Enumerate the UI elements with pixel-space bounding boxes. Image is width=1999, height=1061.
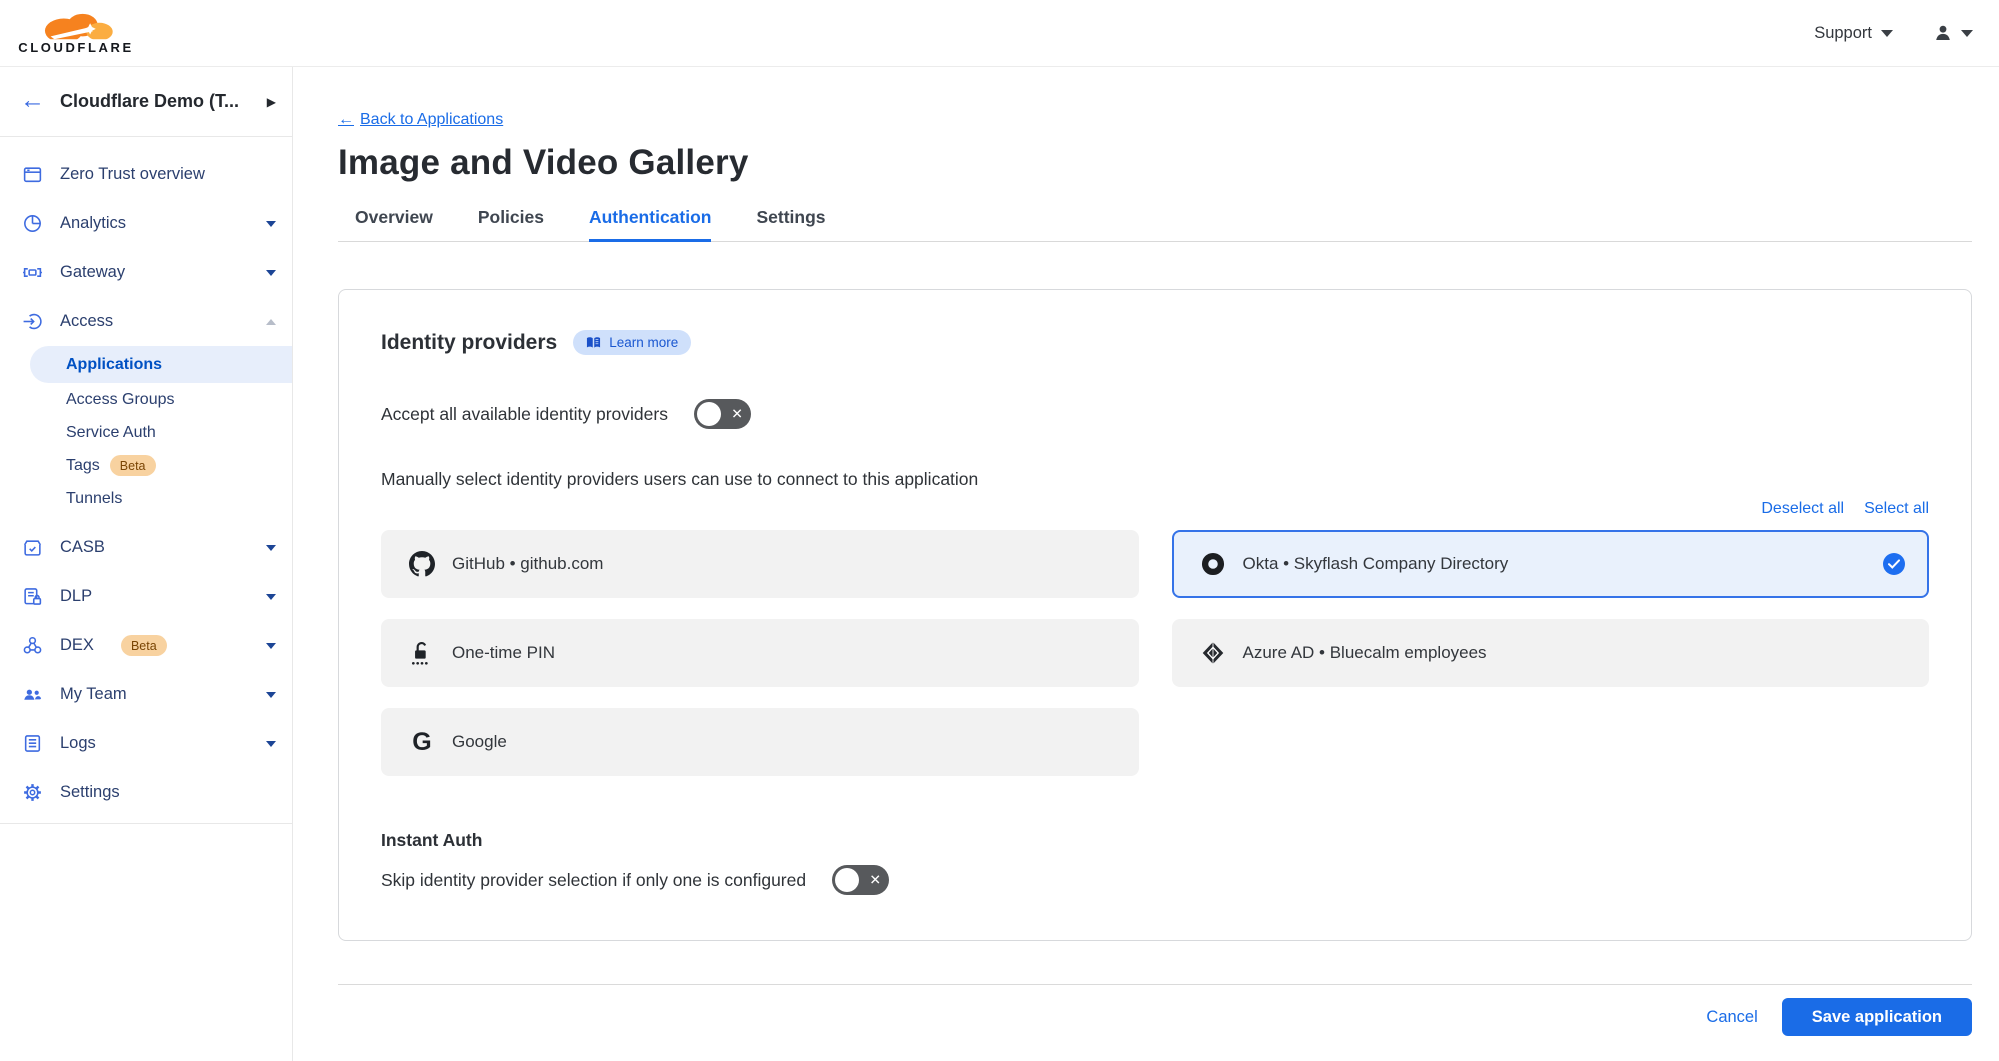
- cloudflare-cloud-icon: [33, 11, 119, 43]
- tab-authentication[interactable]: Authentication: [589, 207, 712, 242]
- toggle-x-icon: ✕: [869, 873, 881, 887]
- manual-select-label: Manually select identity providers users…: [381, 469, 1929, 490]
- chevron-down-icon: [1881, 30, 1893, 37]
- access-subnav: Applications Access Groups Service Auth …: [0, 346, 292, 515]
- cloudflare-wordmark: CLOUDFLARE: [18, 40, 134, 55]
- chevron-down-icon: [266, 270, 276, 276]
- providers-grid: GitHub • github.com Okta • Skyflash Comp…: [381, 530, 1929, 776]
- user-icon: [1933, 23, 1953, 43]
- main-content: ← Back to Applications Image and Video G…: [293, 67, 1999, 1061]
- logs-icon: [22, 733, 43, 754]
- sidebar-item-logs[interactable]: Logs: [0, 719, 292, 768]
- account-name: Cloudflare Demo (T...: [60, 91, 252, 112]
- card-title: Identity providers: [381, 331, 557, 355]
- tab-overview[interactable]: Overview: [355, 207, 433, 242]
- accept-all-label: Accept all available identity providers: [381, 404, 668, 425]
- team-icon: [22, 684, 43, 705]
- provider-option-github[interactable]: GitHub • github.com: [381, 530, 1139, 598]
- sidebar-item-dlp[interactable]: DLP: [0, 572, 292, 621]
- chevron-down-icon: [266, 692, 276, 698]
- tab-settings[interactable]: Settings: [756, 207, 825, 242]
- provider-name: GitHub • github.com: [452, 554, 603, 574]
- tab-bar: Overview Policies Authentication Setting…: [338, 207, 1972, 242]
- chevron-down-icon: [266, 643, 276, 649]
- sidebar-item-settings[interactable]: Settings: [0, 768, 292, 817]
- okta-icon: [1198, 551, 1228, 577]
- pie-chart-icon: [22, 213, 43, 234]
- beta-badge: Beta: [110, 455, 156, 477]
- user-menu[interactable]: [1933, 23, 1973, 43]
- sidebar-item-applications[interactable]: Applications: [30, 346, 292, 383]
- back-arrow-icon: ←: [338, 111, 354, 129]
- sidebar-item-service-auth[interactable]: Service Auth: [0, 416, 292, 449]
- page-title: Image and Video Gallery: [338, 143, 1972, 183]
- sidebar-item-zero-trust-overview[interactable]: Zero Trust overview: [0, 150, 292, 199]
- sidebar-item-access-groups[interactable]: Access Groups: [0, 383, 292, 416]
- footer-actions: Cancel Save application: [338, 998, 1972, 1036]
- azure-ad-icon: [1198, 640, 1228, 666]
- topbar: CLOUDFLARE Support: [0, 0, 1999, 67]
- document-lock-icon: [22, 586, 43, 607]
- toggle-knob: [697, 402, 721, 426]
- sidebar: ← Cloudflare Demo (T... ▶ Zero Trust ove…: [0, 67, 293, 1061]
- footer-divider: [338, 984, 1972, 985]
- selected-check-icon: [1883, 553, 1905, 575]
- accept-all-toggle[interactable]: ✕: [694, 399, 751, 429]
- provider-name: Google: [452, 732, 507, 752]
- gateway-icon: [22, 262, 43, 283]
- support-menu[interactable]: Support: [1814, 24, 1893, 43]
- provider-name: Azure AD • Bluecalm employees: [1243, 643, 1487, 663]
- tab-policies[interactable]: Policies: [478, 207, 544, 242]
- gear-icon: [22, 782, 43, 803]
- cancel-button[interactable]: Cancel: [1706, 1008, 1757, 1027]
- identity-providers-card: Identity providers Learn more Accept all…: [338, 289, 1972, 941]
- skip-selection-label: Skip identity provider selection if only…: [381, 870, 806, 891]
- cloudflare-logo[interactable]: CLOUDFLARE: [14, 11, 138, 55]
- book-icon: [586, 336, 601, 350]
- one-time-pin-icon: [407, 640, 437, 666]
- instant-auth-title: Instant Auth: [381, 830, 1929, 851]
- chevron-up-icon: [266, 319, 276, 325]
- sidebar-back-arrow-icon[interactable]: ←: [20, 88, 45, 113]
- provider-name: Okta • Skyflash Company Directory: [1243, 554, 1509, 574]
- sidebar-item-tunnels[interactable]: Tunnels: [0, 482, 292, 515]
- provider-name: One-time PIN: [452, 643, 555, 663]
- select-all-link[interactable]: Select all: [1864, 500, 1929, 518]
- account-switcher-chevron-icon[interactable]: ▶: [267, 95, 276, 109]
- sidebar-item-casb[interactable]: CASB: [0, 523, 292, 572]
- support-label: Support: [1814, 24, 1872, 43]
- beta-badge: Beta: [121, 635, 167, 657]
- toggle-x-icon: ✕: [731, 407, 743, 421]
- provider-option-okta[interactable]: Okta • Skyflash Company Directory: [1172, 530, 1930, 598]
- casb-icon: [22, 537, 43, 558]
- sidebar-item-my-team[interactable]: My Team: [0, 670, 292, 719]
- chevron-down-icon: [266, 221, 276, 227]
- chevron-down-icon: [266, 545, 276, 551]
- toggle-knob: [835, 868, 859, 892]
- chevron-down-icon: [266, 594, 276, 600]
- sidebar-item-access[interactable]: Access: [0, 297, 292, 346]
- sidebar-item-analytics[interactable]: Analytics: [0, 199, 292, 248]
- sidebar-account-header: ← Cloudflare Demo (T... ▶: [0, 67, 292, 137]
- window-icon: [22, 164, 43, 185]
- github-icon: [407, 551, 437, 577]
- access-icon: [22, 311, 43, 332]
- instant-auth-toggle[interactable]: ✕: [832, 865, 889, 895]
- back-to-applications-link[interactable]: ← Back to Applications: [338, 111, 503, 129]
- sidebar-item-dex[interactable]: DEX Beta: [0, 621, 292, 670]
- chevron-down-icon: [1961, 30, 1973, 37]
- cluster-icon: [22, 635, 43, 656]
- google-icon: G: [407, 730, 437, 755]
- sidebar-nav: Zero Trust overview Analytics Gateway: [0, 137, 292, 824]
- chevron-down-icon: [266, 741, 276, 747]
- provider-option-google[interactable]: G Google: [381, 708, 1139, 776]
- provider-option-azure-ad[interactable]: Azure AD • Bluecalm employees: [1172, 619, 1930, 687]
- sidebar-item-tags[interactable]: Tags Beta: [0, 449, 292, 482]
- deselect-all-link[interactable]: Deselect all: [1761, 500, 1844, 518]
- learn-more-badge[interactable]: Learn more: [573, 330, 691, 355]
- sidebar-divider: [0, 823, 292, 824]
- save-application-button[interactable]: Save application: [1782, 998, 1972, 1036]
- provider-option-one-time-pin[interactable]: One-time PIN: [381, 619, 1139, 687]
- sidebar-item-gateway[interactable]: Gateway: [0, 248, 292, 297]
